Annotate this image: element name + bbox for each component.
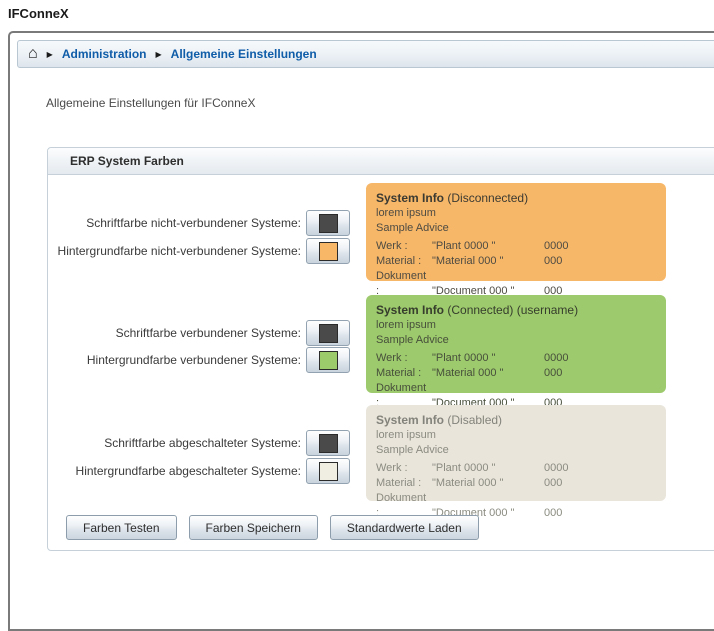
color-picker-button-background-disconnected[interactable]	[306, 238, 350, 264]
color-picker-button-background-disabled[interactable]	[306, 458, 350, 484]
panel-body: Schriftfarbe nicht-verbundener Systeme: …	[48, 175, 714, 550]
setting-label: Hintergrundfarbe nicht-verbundener Syste…	[48, 238, 301, 264]
standardwerte-laden-button[interactable]: Standardwerte Laden	[330, 515, 479, 540]
erp-system-farben-panel: ERP System Farben Schriftfarbe nicht-ver…	[47, 147, 714, 551]
page-subtitle: Allgemeine Einstellungen für IFConneX	[46, 96, 714, 111]
setting-label: Schriftfarbe verbundener Systeme:	[48, 320, 301, 346]
setting-label: Hintergrundfarbe abgeschalteter Systeme:	[48, 458, 301, 484]
breadcrumb-link-allgemeine-einstellungen[interactable]: Allgemeine Einstellungen	[171, 47, 317, 61]
breadcrumb-link-administration[interactable]: Administration	[62, 47, 147, 61]
color-swatch	[319, 242, 338, 261]
main-container: ⌂ ▶ Administration ▶ Allgemeine Einstell…	[8, 31, 714, 631]
preview-line: lorem ipsum	[376, 428, 656, 443]
color-swatch	[319, 324, 338, 343]
preview-line: lorem ipsum	[376, 318, 656, 333]
color-swatch	[319, 434, 338, 453]
preview-data-row: Material :"Material 000 "000	[376, 476, 656, 491]
setting-label: Hintergrundfarbe verbundener Systeme:	[48, 347, 301, 373]
color-picker-button-background-connected[interactable]	[306, 347, 350, 373]
preview-connected: System Info (Connected) (username) lorem…	[366, 295, 666, 393]
color-picker-button-font-disabled[interactable]	[306, 430, 350, 456]
preview-title: System Info (Disconnected)	[376, 190, 656, 206]
preview-data-row: Werk :"Plant 0000 "0000	[376, 351, 656, 366]
preview-data-row: Material :"Material 000 "000	[376, 366, 656, 381]
preview-disabled: System Info (Disabled) lorem ipsum Sampl…	[366, 405, 666, 501]
chevron-right-icon: ▶	[47, 50, 53, 59]
action-button-row: Farben Testen Farben Speichern Standardw…	[66, 515, 479, 540]
preview-data-row: Material :"Material 000 "000	[376, 254, 656, 269]
setting-label: Schriftfarbe nicht-verbundener Systeme:	[48, 210, 301, 236]
app-title: IFConneX	[8, 6, 69, 21]
setting-label: Schriftfarbe abgeschalteter Systeme:	[48, 430, 301, 456]
preview-line: Sample Advice	[376, 443, 656, 458]
panel-title: ERP System Farben	[48, 148, 714, 175]
color-swatch	[319, 462, 338, 481]
color-swatch	[319, 214, 338, 233]
preview-line: lorem ipsum	[376, 206, 656, 221]
preview-data-row: Werk :"Plant 0000 "0000	[376, 461, 656, 476]
preview-title: System Info (Connected) (username)	[376, 302, 656, 318]
color-picker-button-font-connected[interactable]	[306, 320, 350, 346]
preview-title: System Info (Disabled)	[376, 412, 656, 428]
home-icon[interactable]: ⌂	[28, 46, 38, 62]
preview-line: Sample Advice	[376, 221, 656, 236]
preview-line: Sample Advice	[376, 333, 656, 348]
preview-data-row: Werk :"Plant 0000 "0000	[376, 239, 656, 254]
farben-speichern-button[interactable]: Farben Speichern	[189, 515, 318, 540]
farben-testen-button[interactable]: Farben Testen	[66, 515, 177, 540]
preview-disconnected: System Info (Disconnected) lorem ipsum S…	[366, 183, 666, 281]
chevron-right-icon: ▶	[156, 50, 162, 59]
color-picker-button-font-disconnected[interactable]	[306, 210, 350, 236]
color-swatch	[319, 351, 338, 370]
breadcrumb: ⌂ ▶ Administration ▶ Allgemeine Einstell…	[17, 40, 714, 68]
